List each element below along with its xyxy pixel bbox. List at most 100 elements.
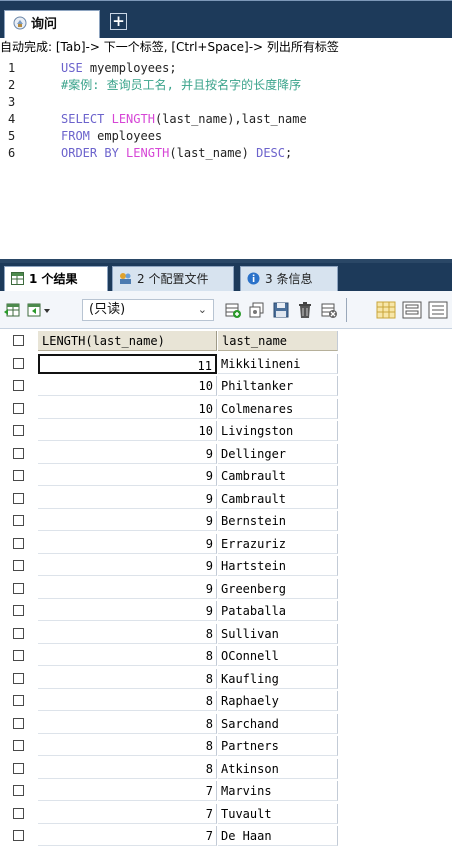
cell-length[interactable]: 7 <box>38 826 217 846</box>
cell-length[interactable]: 11 <box>38 353 217 374</box>
insert-row-icon[interactable] <box>224 301 242 319</box>
row-checkbox[interactable] <box>13 740 24 751</box>
export-icon[interactable] <box>4 301 22 319</box>
row-checkbox[interactable] <box>13 380 24 391</box>
save-icon[interactable] <box>272 301 290 319</box>
editor-line[interactable]: 2 #案例: 查询员工名, 并且按名字的长度降序 <box>0 77 452 94</box>
row-select-cell[interactable] <box>8 646 38 666</box>
cell-length[interactable]: 9 <box>38 511 217 531</box>
editor-line[interactable]: 1 USE myemployees; <box>0 60 452 77</box>
row-checkbox[interactable] <box>13 425 24 436</box>
table-row[interactable]: 7 De Haan <box>0 826 452 846</box>
discard-changes-icon[interactable] <box>320 301 338 319</box>
cell-length[interactable]: 8 <box>38 758 217 779</box>
cell-length[interactable]: 9 <box>38 556 217 576</box>
table-row[interactable]: 8 Sullivan <box>0 623 452 644</box>
duplicate-row-icon[interactable] <box>248 301 266 319</box>
cell-length[interactable]: 7 <box>38 803 217 824</box>
row-checkbox[interactable] <box>13 402 24 414</box>
cell-length[interactable]: 10 <box>38 421 217 441</box>
tab-info[interactable]: 3 条信息 <box>240 266 338 291</box>
cell-last-name[interactable]: Atkinson <box>218 758 338 779</box>
tab-results[interactable]: 1 个结果 <box>4 266 108 291</box>
sql-editor[interactable]: 1 USE myemployees; 2 #案例: 查询员工名, 并且按名字的长度降序… <box>0 57 452 259</box>
table-row[interactable]: 8 Sarchand <box>0 713 452 734</box>
row-select-cell[interactable] <box>8 354 38 374</box>
row-checkbox[interactable] <box>13 357 24 369</box>
cell-length[interactable]: 9 <box>38 533 217 554</box>
cell-length[interactable]: 10 <box>38 398 217 419</box>
row-select-cell[interactable] <box>8 511 38 531</box>
cell-last-name[interactable]: Errazuriz <box>218 533 338 554</box>
table-row[interactable]: 10 Livingston <box>0 421 452 441</box>
add-tab-button[interactable]: + <box>110 13 127 30</box>
form-view-icon[interactable] <box>402 301 422 319</box>
select-all-checkbox[interactable] <box>13 335 24 346</box>
cell-last-name[interactable]: Pataballa <box>218 601 338 621</box>
table-row[interactable]: 9 Dellinger <box>0 443 452 464</box>
row-checkbox[interactable] <box>13 582 24 594</box>
row-checkbox[interactable] <box>13 830 24 841</box>
row-select-cell[interactable] <box>8 579 38 599</box>
table-row[interactable]: 8 Kaufling <box>0 668 452 689</box>
cell-length[interactable]: 9 <box>38 601 217 621</box>
cell-length[interactable]: 8 <box>38 691 217 711</box>
cell-last-name[interactable]: OConnell <box>218 646 338 666</box>
row-select-cell[interactable] <box>8 534 38 554</box>
cell-length[interactable]: 8 <box>38 646 217 666</box>
cell-last-name[interactable]: De Haan <box>218 826 338 846</box>
cell-last-name[interactable]: Cambrault <box>218 488 338 509</box>
row-checkbox[interactable] <box>13 762 24 774</box>
table-row[interactable]: 10 Philtanker <box>0 376 452 396</box>
row-checkbox[interactable] <box>13 560 24 571</box>
row-select-cell[interactable] <box>8 736 38 756</box>
table-row[interactable]: 9 Pataballa <box>0 601 452 621</box>
column-header-length[interactable]: LENGTH(last_name) <box>38 331 217 351</box>
cell-last-name[interactable]: Philtanker <box>218 376 338 396</box>
cell-length[interactable]: 9 <box>38 488 217 509</box>
row-checkbox[interactable] <box>13 717 24 729</box>
row-checkbox[interactable] <box>13 650 24 661</box>
cell-last-name[interactable]: Sullivan <box>218 623 338 644</box>
cell-last-name[interactable]: Kaufling <box>218 668 338 689</box>
row-select-cell[interactable] <box>8 804 38 824</box>
row-checkbox[interactable] <box>13 605 24 616</box>
cell-last-name[interactable]: Raphaely <box>218 691 338 711</box>
cell-last-name[interactable]: Marvins <box>218 781 338 801</box>
cell-length[interactable]: 8 <box>38 623 217 644</box>
table-row[interactable]: 9 Cambrault <box>0 466 452 486</box>
import-dropdown-icon[interactable] <box>26 301 52 319</box>
table-row[interactable]: 8 Atkinson <box>0 758 452 779</box>
row-select-cell[interactable] <box>8 444 38 464</box>
row-select-cell[interactable] <box>8 781 38 801</box>
row-select-cell[interactable] <box>8 669 38 689</box>
readonly-select[interactable]: (只读) ⌄ <box>82 299 214 321</box>
row-checkbox[interactable] <box>13 515 24 526</box>
delete-icon[interactable] <box>296 301 314 319</box>
row-checkbox[interactable] <box>13 627 24 639</box>
grid-view-icon[interactable] <box>376 301 396 319</box>
cell-last-name[interactable]: Livingston <box>218 421 338 441</box>
editor-line[interactable]: 5 FROM employees <box>0 128 452 145</box>
cell-length[interactable]: 9 <box>38 578 217 599</box>
cell-length[interactable]: 10 <box>38 376 217 396</box>
row-select-cell[interactable] <box>8 399 38 419</box>
text-view-icon[interactable] <box>428 301 448 319</box>
row-select-cell[interactable] <box>8 759 38 779</box>
row-checkbox[interactable] <box>13 695 24 706</box>
cell-last-name[interactable]: Greenberg <box>218 578 338 599</box>
cell-length[interactable]: 8 <box>38 713 217 734</box>
row-checkbox[interactable] <box>13 785 24 796</box>
cell-last-name[interactable]: Mikkilineni <box>218 353 338 374</box>
cell-last-name[interactable]: Sarchand <box>218 713 338 734</box>
table-row[interactable]: 7 Marvins <box>0 781 452 801</box>
tab-profile[interactable]: 2 个配置文件 <box>112 266 234 291</box>
table-row[interactable]: 9 Cambrault <box>0 488 452 509</box>
row-select-cell[interactable] <box>8 624 38 644</box>
table-row[interactable]: 11 Mikkilineni <box>0 353 452 374</box>
query-tab[interactable]: 询问 <box>4 10 100 39</box>
table-row[interactable]: 9 Bernstein <box>0 511 452 531</box>
cell-last-name[interactable]: Cambrault <box>218 466 338 486</box>
row-select-cell[interactable] <box>8 714 38 734</box>
row-select-cell[interactable] <box>8 489 38 509</box>
